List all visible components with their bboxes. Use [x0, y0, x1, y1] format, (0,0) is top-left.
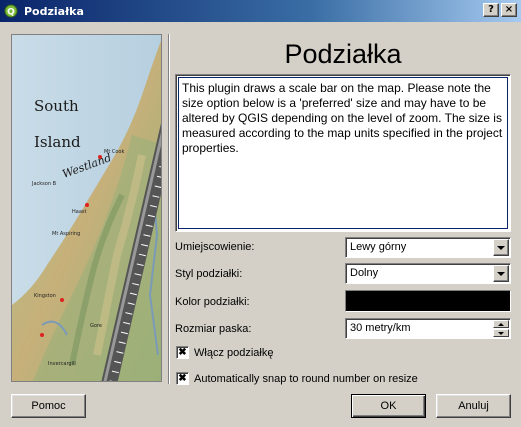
- cancel-button[interactable]: Anuluj: [436, 394, 511, 418]
- help-button[interactable]: Pomoc: [11, 394, 86, 418]
- spin-up-icon[interactable]: [493, 320, 509, 328]
- description-text: This plugin draws a scale bar on the map…: [182, 81, 503, 155]
- map-label-haast: Haast: [72, 209, 86, 215]
- page-title: Podziałka: [284, 39, 402, 69]
- map-label-invercargill: Invercargill: [48, 361, 76, 367]
- spin-buttons: [493, 320, 509, 337]
- map-label-mt-cook: Mt Cook: [104, 149, 124, 155]
- snap-checkbox-row[interactable]: ✖ Automatically snap to round number on …: [176, 372, 418, 385]
- map-label-island: Island: [34, 133, 81, 151]
- qgis-icon: Q: [4, 4, 18, 18]
- style-value: Dolny: [350, 267, 379, 279]
- vertical-divider: [168, 34, 170, 384]
- title-bar: Q Podziałka ? ×: [0, 0, 521, 22]
- spin-down-icon[interactable]: [493, 329, 509, 337]
- map-label-jackson: Jackson B: [31, 181, 57, 187]
- size-value: 30 metry/km: [350, 322, 411, 334]
- map-label-south: South: [34, 97, 79, 115]
- help-titlebar-button[interactable]: ?: [483, 3, 499, 17]
- description-box[interactable]: This plugin draws a scale bar on the map…: [175, 74, 511, 232]
- enable-checkbox-row[interactable]: ✖ Włącz podziałkę: [176, 346, 273, 359]
- svg-text:Q: Q: [7, 8, 15, 18]
- size-spinbox[interactable]: 30 metry/km: [345, 318, 511, 339]
- style-select[interactable]: Dolny: [345, 263, 511, 284]
- map-label-gore: Gore: [90, 323, 102, 329]
- placement-label: Umiejscowienie:: [175, 241, 255, 253]
- placement-value: Lewy górny: [350, 241, 407, 253]
- style-label: Styl podziałki:: [175, 268, 243, 280]
- close-button[interactable]: ×: [501, 3, 517, 17]
- map-label-mt-aspiring: Mt Aspiring: [52, 231, 80, 237]
- snap-label: Automatically snap to round number on re…: [194, 372, 418, 385]
- window-title: Podziałka: [24, 4, 84, 18]
- enable-label: Włącz podziałkę: [194, 346, 274, 359]
- color-label: Kolor podziałki:: [175, 296, 250, 308]
- chevron-down-icon[interactable]: [493, 239, 509, 256]
- snap-checkbox[interactable]: ✖: [176, 372, 189, 385]
- placement-select[interactable]: Lewy górny: [345, 237, 511, 258]
- map-illustration: South Island Westland Jackson B Haast Mt…: [11, 34, 162, 382]
- ok-button[interactable]: OK: [351, 394, 426, 418]
- enable-checkbox[interactable]: ✖: [176, 346, 189, 359]
- color-picker-button[interactable]: [345, 290, 511, 312]
- chevron-down-icon[interactable]: [493, 265, 509, 282]
- map-label-kingston: Kingston: [34, 293, 56, 299]
- size-label: Rozmiar paska:: [175, 323, 252, 335]
